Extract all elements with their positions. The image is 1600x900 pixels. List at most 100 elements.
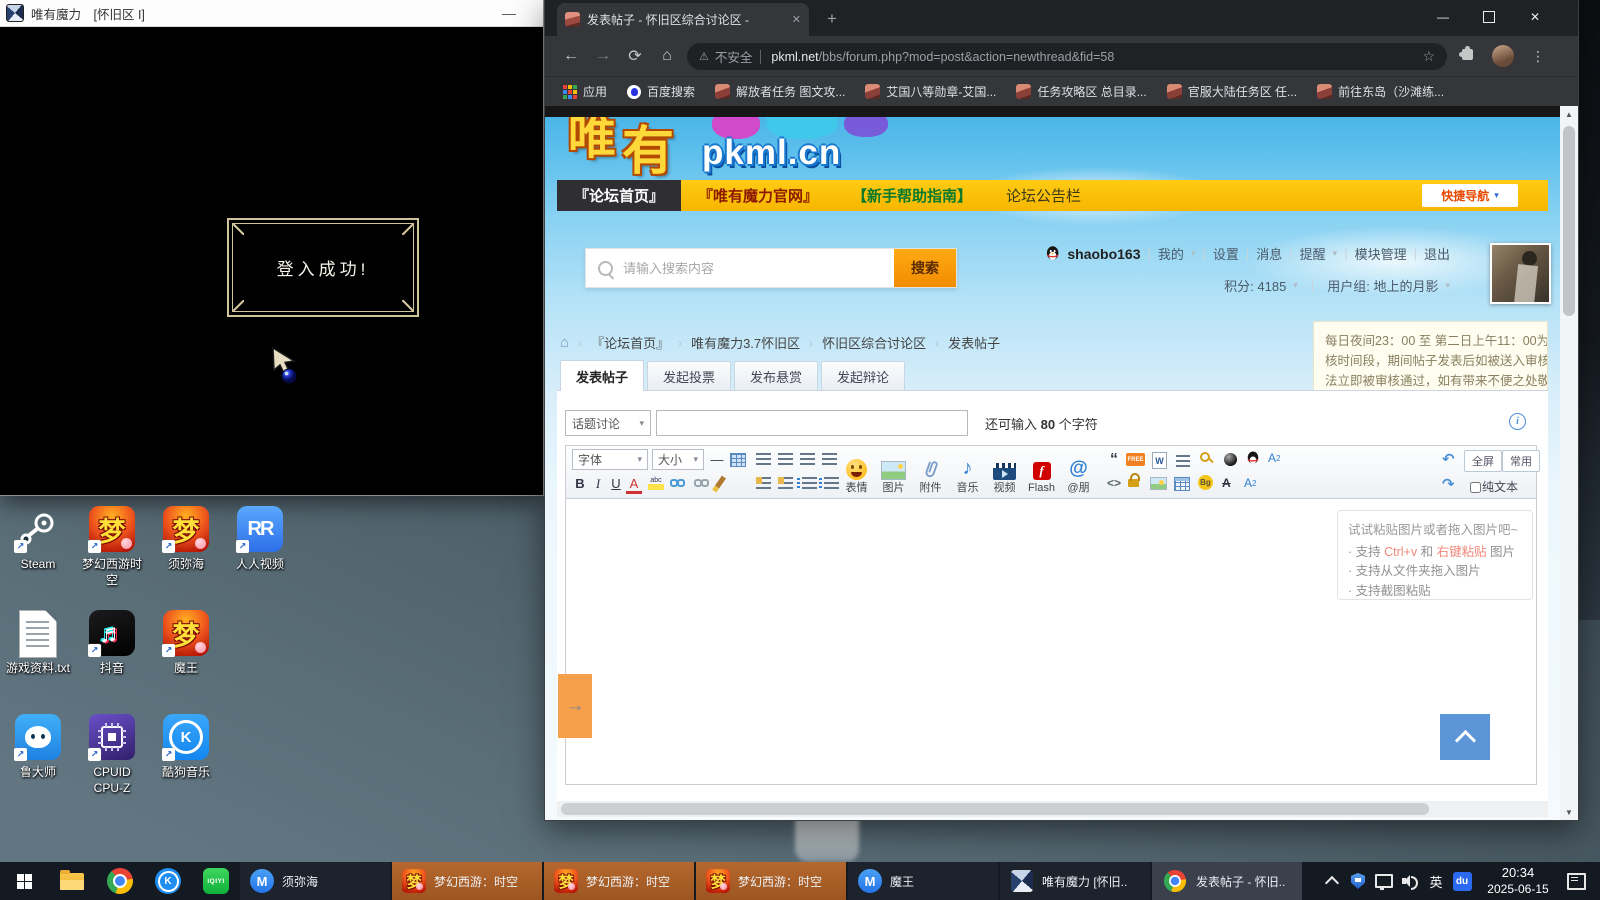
font-color-icon[interactable]: A — [626, 476, 642, 494]
scroll-down-icon[interactable]: ▼ — [1560, 804, 1578, 820]
word-paste-icon[interactable]: W — [1152, 452, 1167, 469]
user-avatar[interactable] — [1490, 243, 1551, 304]
game-window-titlebar[interactable]: 唯有魔力 [怀旧区 I] — — [0, 0, 543, 27]
quick-nav-button[interactable]: 快捷导航 ▾ — [1422, 184, 1518, 207]
remove-link-icon[interactable] — [694, 479, 710, 488]
horizontal-scrollbar-thumb[interactable] — [561, 803, 1429, 815]
taskbar-app-xumihai[interactable]: M 须弥海 — [240, 862, 390, 900]
window-close-button[interactable]: ✕ — [1512, 0, 1558, 34]
user-credits[interactable]: 积分: 4185 — [1224, 276, 1286, 295]
hidden-content-icon[interactable] — [1224, 453, 1237, 466]
home-icon[interactable]: ⌂ — [560, 334, 569, 351]
browser-tab[interactable]: 发表帖子 - 怀旧区综合讨论区 - ✕ — [557, 3, 809, 36]
align-justify-icon[interactable] — [822, 453, 837, 465]
font-size-select[interactable]: 大小▾ — [652, 449, 704, 470]
undo-icon[interactable]: ↶ — [1442, 450, 1455, 468]
insert-table-icon[interactable] — [730, 453, 746, 467]
taskbar-app-menghuan-1[interactable]: 梦 梦幻西游：时空 — [392, 862, 542, 900]
bold-icon[interactable]: B — [572, 476, 588, 491]
desktop-icon-xumihai[interactable]: 梦 ↗ 须弥海 — [151, 506, 221, 573]
desktop-icon-steam[interactable]: ↗ Steam — [3, 506, 73, 573]
site-logo[interactable]: 唯 有 pkml.cn — [560, 117, 920, 179]
bookmark-item[interactable]: 解放者任务 图文攻... — [715, 83, 845, 100]
tray-ime-icon[interactable]: du — [1449, 862, 1475, 900]
tab-new-poll[interactable]: 发起投票 — [647, 361, 731, 391]
taskbar-iqiyi[interactable]: IQIYI — [192, 862, 240, 900]
bookmark-star-icon[interactable]: ☆ — [1422, 48, 1435, 65]
bookmark-item[interactable]: 官服大陆任务区 任... — [1167, 83, 1297, 100]
fullscreen-button[interactable]: 全屏 — [1464, 450, 1502, 472]
underline-icon[interactable]: U — [608, 476, 624, 491]
window-minimize-button[interactable]: — — [1420, 0, 1466, 34]
home-icon[interactable]: ⌂ — [655, 44, 679, 68]
table-layout-icon[interactable] — [1174, 477, 1190, 491]
subscript-icon[interactable]: A2 — [1268, 451, 1280, 465]
breadcrumb-forum-home[interactable]: 『论坛首页』 — [591, 333, 669, 352]
game-minimize-button[interactable]: — — [489, 0, 529, 26]
tray-language-indicator[interactable]: 英 — [1423, 872, 1449, 891]
highlight-pen-icon[interactable]: abc — [648, 477, 664, 490]
permission-key-icon[interactable] — [1200, 452, 1214, 466]
extensions-icon[interactable] — [1462, 49, 1473, 60]
superscript-icon[interactable]: A2 — [1244, 476, 1256, 490]
taskbar-kugou[interactable]: K — [144, 862, 192, 900]
taskbar-clock[interactable]: 20:34 2025-06-15 — [1481, 865, 1555, 897]
free-tag-icon[interactable]: FREE — [1126, 453, 1145, 466]
action-center-icon[interactable] — [1567, 873, 1586, 890]
new-tab-button[interactable]: + — [821, 8, 843, 30]
align-center-icon[interactable] — [778, 453, 793, 465]
bookmark-item[interactable]: 百度搜索 — [627, 83, 695, 100]
scroll-up-icon[interactable]: ▲ — [1560, 106, 1578, 122]
breadcrumb-board[interactable]: 怀旧区综合讨论区 — [822, 333, 926, 352]
profile-avatar[interactable] — [1492, 45, 1514, 67]
italic-icon[interactable]: I — [590, 476, 606, 492]
insert-smiley-button[interactable]: 表情 — [838, 448, 875, 497]
reload-icon[interactable]: ⟳ — [623, 44, 647, 68]
desktop-icon-cpuz[interactable]: ↗ CPUID CPU-Z — [77, 714, 147, 796]
image-import-icon[interactable] — [1150, 477, 1167, 490]
user-group[interactable]: 用户组: 地上的月影 — [1327, 276, 1438, 295]
bookmark-item[interactable]: 前往东岛（沙滩练... — [1317, 83, 1444, 100]
taskbar-app-game[interactable]: 唯有魔力 [怀旧.. — [1000, 862, 1150, 900]
tab-new-reward[interactable]: 发布悬赏 — [734, 361, 818, 391]
info-icon[interactable]: i — [1509, 413, 1526, 430]
indent-icon[interactable] — [1176, 455, 1190, 467]
browser-menu-icon[interactable]: ⋮ — [1528, 44, 1548, 68]
taskbar-explorer[interactable] — [48, 862, 96, 900]
search-input[interactable] — [621, 260, 855, 277]
taskbar-chrome[interactable] — [96, 862, 144, 900]
user-link-settings[interactable]: 设置 — [1213, 244, 1239, 263]
desktop-icon-kugou[interactable]: K ↗ 酷狗音乐 — [151, 714, 221, 781]
desktop-icon-menghuan-shikong[interactable]: 梦 ↗ 梦幻西游时空 — [77, 506, 147, 588]
font-family-select[interactable]: 字体▾ — [572, 449, 648, 470]
qq-insert-icon[interactable] — [1246, 451, 1260, 465]
horizontal-rule-icon[interactable]: — — [708, 449, 726, 470]
redo-icon[interactable]: ↷ — [1442, 475, 1455, 493]
format-brush-icon[interactable] — [718, 476, 723, 488]
mention-friend-button[interactable]: @ @朋 — [1060, 448, 1097, 497]
user-link-logout[interactable]: 退出 — [1424, 244, 1450, 263]
tray-display-icon[interactable] — [1371, 862, 1397, 900]
breadcrumb-section[interactable]: 唯有魔力3.7怀旧区 — [691, 333, 800, 352]
code-icon[interactable]: <> — [1106, 476, 1122, 490]
desktop-icon-game-notes-txt[interactable]: 游戏资料.txt — [3, 610, 73, 677]
search-button[interactable]: 搜索 — [894, 249, 956, 287]
align-left-icon[interactable] — [756, 453, 771, 465]
window-maximize-button[interactable] — [1466, 0, 1512, 34]
insert-image-button[interactable]: 图片 — [875, 448, 912, 497]
back-to-top-button[interactable] — [1440, 714, 1490, 760]
strikethrough-icon[interactable]: A — [1222, 476, 1231, 490]
bookmark-item[interactable]: 任务攻略区 总目录... — [1016, 83, 1146, 100]
desktop-icon-mowang[interactable]: 梦 ↗ 魔王 — [151, 610, 221, 677]
float-image-right-icon[interactable] — [778, 477, 793, 489]
nav-newbie-guide[interactable]: 【新手帮助指南】 — [835, 180, 989, 211]
tab-new-post[interactable]: 发表帖子 — [560, 360, 644, 391]
topic-category-select[interactable]: 话题讨论 ▾ — [565, 410, 651, 436]
vertical-scrollbar[interactable]: ▲ ▼ — [1560, 106, 1578, 820]
ordered-list-icon[interactable] — [802, 477, 817, 489]
desktop-icon-douyin[interactable]: ♬ ↗ 抖音 — [77, 610, 147, 677]
bookmark-item[interactable]: 艾国八等勋章-艾国... — [865, 83, 996, 100]
user-link-messages[interactable]: 消息 — [1256, 244, 1282, 263]
taskbar-app-browser[interactable]: 发表帖子 - 怀旧.. — [1152, 862, 1302, 900]
nav-announcements[interactable]: 论坛公告栏 — [989, 180, 1098, 211]
